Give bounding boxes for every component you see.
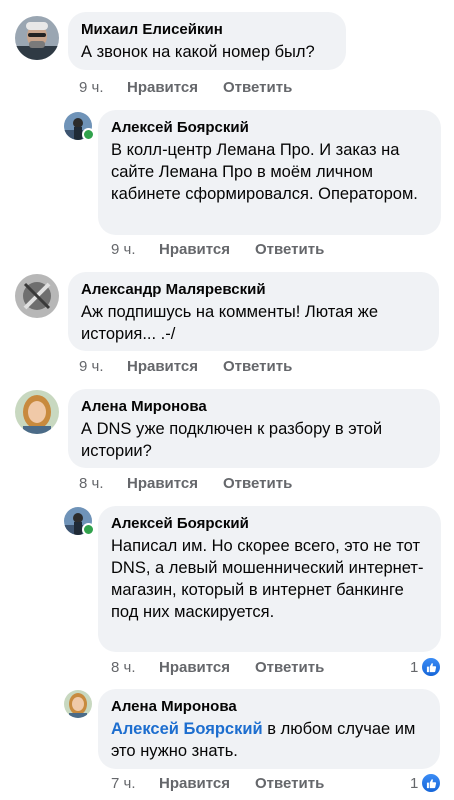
comment-time[interactable]: 8 ч. — [79, 475, 127, 492]
comment-bubble: Алексей Боярский В колл-центр Лемана Про… — [98, 110, 441, 235]
comment-actions: 7 ч. Нравится Ответить — [111, 775, 324, 792]
like-link[interactable]: Нравится — [159, 241, 255, 258]
comment-text: Аж подпишусь на комменты! Лютая же истор… — [81, 303, 379, 343]
online-dot — [82, 128, 95, 141]
comment-actions: 8 ч. Нравится Ответить — [111, 659, 324, 676]
reply-link[interactable]: Ответить — [223, 475, 292, 492]
avatar[interactable] — [15, 274, 59, 318]
comment-author[interactable]: Михаил Елисейкин — [81, 20, 333, 40]
reaction-count[interactable]: 1 — [410, 773, 442, 793]
comment-bubble: Алена Миронова Алексей Боярский в любом … — [98, 689, 440, 769]
comment-text: А DNS уже подключен к разбору в этой ист… — [81, 420, 383, 460]
comment-author[interactable]: Алена Миронова — [81, 397, 427, 417]
reply-link[interactable]: Ответить — [223, 358, 292, 375]
reaction-count-value: 1 — [410, 774, 419, 792]
thumbs-up-icon — [421, 773, 442, 793]
like-link[interactable]: Нравится — [127, 475, 223, 492]
thumbs-up-icon — [421, 657, 442, 677]
reply-link[interactable]: Ответить — [255, 659, 324, 676]
comment-time[interactable]: 8 ч. — [111, 659, 159, 676]
reply-link[interactable]: Ответить — [255, 241, 324, 258]
comment-author[interactable]: Алена Миронова — [111, 697, 427, 717]
comment-text: В колл-центр Лемана Про. И заказ на сайт… — [111, 141, 418, 203]
comment-text: Написал им. Но скорее всего, это не тот … — [111, 537, 424, 621]
comment-bubble: Михаил Елисейкин А звонок на какой номер… — [68, 12, 346, 70]
avatar[interactable] — [15, 390, 59, 434]
avatar[interactable] — [64, 690, 92, 718]
comment-time[interactable]: 7 ч. — [111, 775, 159, 792]
reply-link[interactable]: Ответить — [223, 79, 292, 96]
comment-actions: 9 ч. Нравится Ответить — [79, 79, 292, 96]
comment-author[interactable]: Алексей Боярский — [111, 514, 428, 534]
reaction-count[interactable]: 1 — [410, 657, 442, 677]
comment-bubble: Алексей Боярский Написал им. Но скорее в… — [98, 506, 441, 652]
comment-author[interactable]: Александр Маляревский — [81, 280, 426, 300]
reaction-count-value: 1 — [410, 658, 419, 676]
like-link[interactable]: Нравится — [159, 659, 255, 676]
comment-actions: 8 ч. Нравится Ответить — [79, 475, 292, 492]
avatar[interactable] — [15, 16, 59, 60]
comment-text: А звонок на какой номер был? — [81, 43, 315, 61]
like-link[interactable]: Нравится — [127, 358, 223, 375]
comment-time[interactable]: 9 ч. — [111, 241, 159, 258]
comment-actions: 9 ч. Нравится Ответить — [79, 358, 292, 375]
comment-actions: 9 ч. Нравится Ответить — [111, 241, 324, 258]
comment-time[interactable]: 9 ч. — [79, 79, 127, 96]
mention-link[interactable]: Алексей Боярский — [111, 720, 263, 738]
like-link[interactable]: Нравится — [159, 775, 255, 792]
like-link[interactable]: Нравится — [127, 79, 223, 96]
comment-bubble: Алена Миронова А DNS уже подключен к раз… — [68, 389, 440, 468]
reply-link[interactable]: Ответить — [255, 775, 324, 792]
comment-author[interactable]: Алексей Боярский — [111, 118, 428, 138]
comment-time[interactable]: 9 ч. — [79, 358, 127, 375]
comment-bubble: Александр Маляревский Аж подпишусь на ко… — [68, 272, 439, 351]
online-dot — [82, 523, 95, 536]
comment-text: Алексей Боярский в любом случае им это н… — [111, 718, 427, 762]
